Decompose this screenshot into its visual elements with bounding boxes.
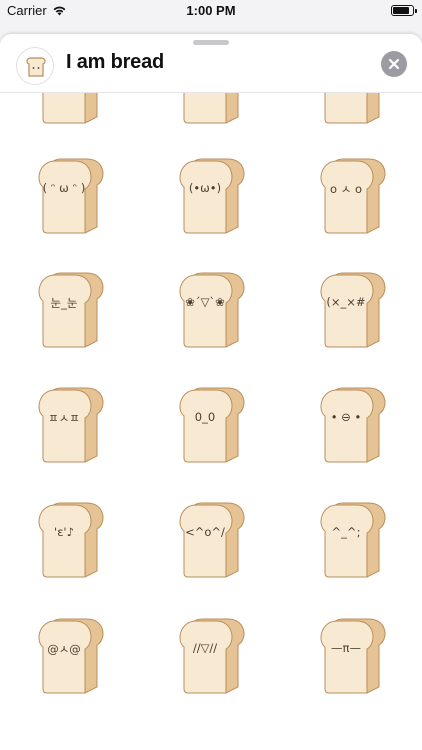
bread-sticker[interactable]	[174, 93, 250, 127]
sticker-face: //▽//	[192, 641, 218, 655]
bread-sticker[interactable]: @ㅅ@	[33, 611, 109, 697]
sticker-face: ❀´▽`❀	[185, 295, 225, 309]
bread-sticker[interactable]: ❀´▽`❀	[174, 265, 250, 351]
sheet-grabber[interactable]	[193, 40, 229, 45]
sticker-grid[interactable]: ^ ( ᵔ ω ᵔ ) (•ω•) o ㅅ o 눈_눈 ❀´▽`❀ (×_×# ㅍㅅㅍ 0_0 •…	[0, 93, 422, 750]
bread-sticker[interactable]: 눈_눈	[33, 265, 109, 351]
close-icon	[388, 58, 400, 70]
bread-sticker[interactable]: <^o^/	[174, 495, 250, 581]
sticker-sheet: I am bread ^ ( ᵔ ω ᵔ ) (•ω•) o ㅅ o 눈_눈 ❀´▽`❀ (…	[0, 34, 422, 750]
sticker-face: <^o^/	[185, 525, 225, 539]
sticker-face: @ㅅ@	[47, 642, 81, 656]
sticker-face: —π—	[331, 641, 361, 655]
bread-sticker[interactable]: ㅍㅅㅍ	[33, 380, 109, 466]
bread-sticker[interactable]: o ㅅ o	[315, 151, 391, 237]
status-time: 1:00 PM	[186, 3, 236, 18]
bread-sticker[interactable]: ^	[315, 93, 391, 127]
sticker-face: (•ω•)	[188, 181, 222, 195]
bread-sticker[interactable]: ^_^;	[315, 495, 391, 581]
sticker-face: ^_^;	[331, 525, 361, 539]
bread-sticker[interactable]: //▽//	[174, 611, 250, 697]
sticker-face: • ⊖ •	[330, 410, 362, 424]
bread-sticker[interactable]: 0_0	[174, 380, 250, 466]
sticker-face: o ㅅ o	[330, 182, 362, 196]
bread-sticker[interactable]: —π—	[315, 611, 391, 697]
sheet-header: I am bread	[0, 34, 422, 93]
sticker-face: (×_×#	[326, 295, 366, 309]
sticker-face: 0_0	[194, 410, 216, 424]
bread-sticker[interactable]	[33, 93, 109, 127]
bread-sticker[interactable]: (×_×#	[315, 265, 391, 351]
app-title: I am bread	[66, 51, 165, 73]
app-icon	[16, 47, 54, 85]
bread-icon	[26, 57, 46, 77]
bread-sticker[interactable]: 'ε'♪	[33, 495, 109, 581]
sticker-face: ㅍㅅㅍ	[48, 411, 80, 425]
bread-sticker[interactable]: • ⊖ •	[315, 380, 391, 466]
sticker-face: 'ε'♪	[54, 525, 74, 539]
bread-sticker[interactable]: (•ω•)	[174, 151, 250, 237]
sticker-face: 눈_눈	[50, 296, 78, 310]
bread-sticker[interactable]: ( ᵔ ω ᵔ )	[33, 151, 109, 237]
close-button[interactable]	[381, 51, 407, 77]
sticker-face: ( ᵔ ω ᵔ )	[42, 181, 86, 195]
battery-icon	[391, 5, 417, 16]
status-bar: Carrier 1:00 PM	[0, 0, 422, 22]
